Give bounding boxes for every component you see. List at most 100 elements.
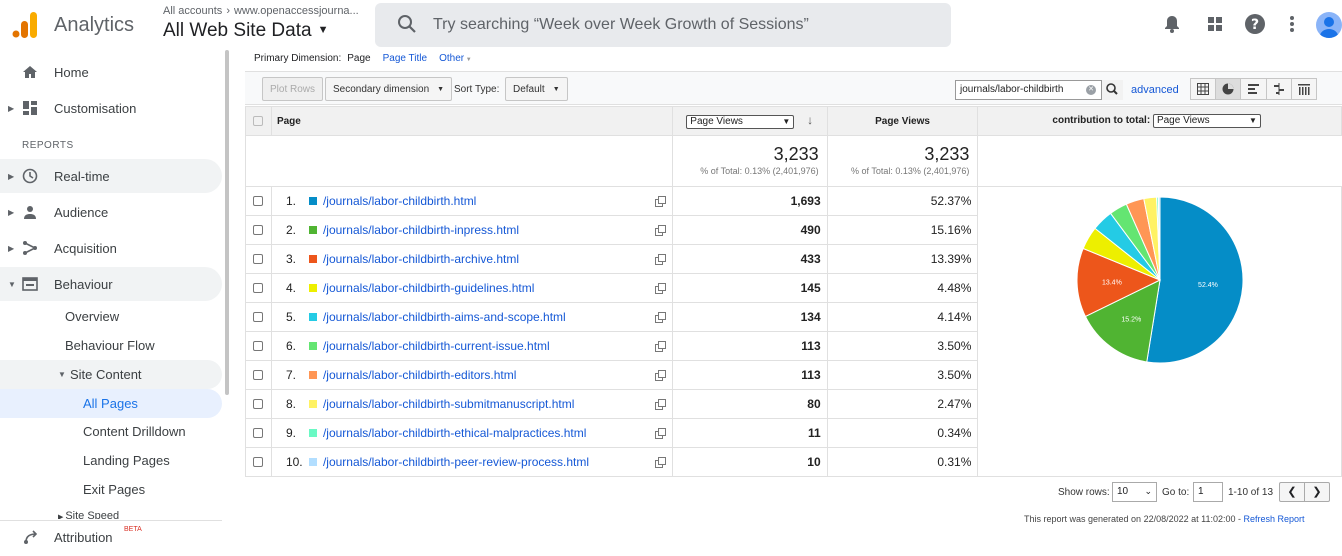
page-link[interactable]: /journals/labor-childbirth-peer-review-p…: [323, 455, 589, 469]
row-select-cell: [245, 360, 272, 390]
open-in-new-icon[interactable]: [654, 225, 666, 236]
series-color-swatch: [308, 226, 317, 234]
select-all-checkbox[interactable]: [253, 116, 264, 126]
page-link[interactable]: /journals/labor-childbirth-inpress.html: [323, 223, 519, 237]
sidebar-item-attribution[interactable]: Attribution BETA: [0, 520, 222, 554]
sidebar-label: Behaviour: [54, 276, 113, 292]
col-metric-header[interactable]: Page Views ▼ ↓: [671, 106, 828, 136]
metric-value: 113: [671, 331, 828, 361]
help-icon[interactable]: ?: [1244, 13, 1266, 35]
page-link[interactable]: /journals/labor-childbirth-guidelines.ht…: [323, 281, 534, 295]
page-link[interactable]: /journals/labor-childbirth-ethical-malpr…: [323, 426, 586, 440]
avatar-icon[interactable]: [1316, 12, 1342, 38]
clear-icon[interactable]: ✕: [1086, 85, 1096, 95]
sidebar-item-behaviour[interactable]: ▼ Behaviour: [0, 267, 222, 301]
total-pct: % of Total: 0.13% (2,401,976): [850, 166, 970, 176]
sidebar-item-audience[interactable]: ▶ Audience: [0, 195, 222, 229]
advanced-filter-link[interactable]: advanced: [1131, 84, 1179, 96]
secondary-dimension-dropdown[interactable]: Secondary dimension ▼: [325, 77, 453, 101]
row-select-cell: [245, 273, 272, 303]
sidebar-item-overview[interactable]: Overview: [65, 309, 119, 324]
page-link[interactable]: /journals/labor-childbirth-aims-and-scop…: [323, 310, 566, 324]
sidebar-scrollbar[interactable]: [225, 50, 229, 395]
row-checkbox[interactable]: [253, 457, 264, 467]
pie-chart: 52.4% 15.2% 13.4%: [1076, 196, 1244, 364]
prev-page-button[interactable]: ❮: [1280, 483, 1305, 501]
sidebar-item-site-speed[interactable]: ▶ Site Speed: [58, 510, 119, 519]
plot-rows-button[interactable]: Plot Rows: [262, 77, 324, 101]
page-link[interactable]: /journals/labor-childbirth-submitmanuscr…: [323, 397, 574, 411]
dim-other[interactable]: Other ▼: [439, 53, 472, 64]
sidebar-item-landing-pages[interactable]: Landing Pages: [83, 453, 170, 468]
col-page-header[interactable]: Page: [270, 106, 673, 136]
search-box[interactable]: Try searching “Week over Week Growth of …: [375, 3, 951, 47]
sidebar-item-realtime[interactable]: ▶ Real-time: [0, 159, 222, 193]
open-in-new-icon[interactable]: [654, 370, 666, 381]
select-all-header[interactable]: [245, 106, 272, 136]
page-link[interactable]: /journals/labor-childbirth-current-issue…: [323, 339, 550, 353]
row-select-cell: [245, 186, 272, 216]
open-in-new-icon[interactable]: [654, 312, 666, 323]
open-in-new-icon[interactable]: [654, 457, 666, 468]
contribution-select[interactable]: Page Views ▼: [1152, 114, 1261, 128]
sidebar-item-acquisition[interactable]: ▶ Acquisition: [0, 231, 222, 265]
dim-page-title[interactable]: Page Title: [383, 53, 427, 64]
sidebar-item-site-content[interactable]: ▼ Site Content: [0, 360, 222, 389]
bell-icon[interactable]: [1161, 13, 1183, 35]
page-link[interactable]: /journals/labor-childbirth-editors.html: [323, 368, 516, 382]
open-in-new-icon[interactable]: [654, 283, 666, 294]
filter-search-button[interactable]: [1101, 80, 1123, 100]
row-checkbox[interactable]: [253, 225, 264, 235]
data-table-view-button[interactable]: [1191, 79, 1217, 99]
sidebar-item-exit-pages[interactable]: Exit Pages: [83, 482, 145, 497]
row-checkbox[interactable]: [253, 341, 264, 351]
percentage-view-button[interactable]: [1216, 79, 1242, 99]
analytics-logo-icon: [12, 12, 37, 38]
open-in-new-icon[interactable]: [654, 399, 666, 410]
sidebar-item-home[interactable]: Home: [0, 55, 222, 89]
row-checkbox[interactable]: [253, 283, 264, 293]
row-checkbox[interactable]: [253, 196, 264, 206]
pivot-view-button[interactable]: [1292, 79, 1316, 99]
open-in-new-icon[interactable]: [654, 254, 666, 265]
row-checkbox[interactable]: [253, 312, 264, 322]
secondary-dimension-label: Secondary dimension: [333, 83, 430, 95]
row-checkbox[interactable]: [253, 399, 264, 409]
refresh-report-link[interactable]: Refresh Report: [1244, 514, 1305, 524]
breadcrumb-property[interactable]: www.openaccessjourna...: [234, 5, 359, 17]
series-color-swatch: [308, 313, 317, 321]
breadcrumb-all-accounts[interactable]: All accounts: [163, 5, 222, 17]
sidebar-item-customisation[interactable]: ▶ Customisation: [0, 91, 222, 125]
row-checkbox[interactable]: [253, 254, 264, 264]
sidebar-item-all-pages[interactable]: All Pages: [0, 389, 222, 418]
series-color-swatch: [308, 197, 317, 205]
page-link[interactable]: /journals/labor-childbirth-archive.html: [323, 252, 519, 266]
goto-input[interactable]: 1: [1193, 482, 1223, 502]
performance-view-button[interactable]: [1241, 79, 1267, 99]
contribution-pct: 52.37%: [826, 186, 979, 216]
open-in-new-icon[interactable]: [654, 196, 666, 207]
open-in-new-icon[interactable]: [654, 341, 666, 352]
total-value: 3,233: [924, 144, 970, 164]
view-selector[interactable]: All Web Site Data ▼: [163, 20, 328, 42]
next-page-button[interactable]: ❯: [1305, 483, 1329, 501]
sidebar-item-content-drilldown[interactable]: Content Drilldown: [83, 424, 186, 439]
sort-desc-icon[interactable]: ↓: [807, 113, 813, 127]
table-filter-input[interactable]: journals/labor-childbirth ✕: [955, 80, 1123, 100]
sidebar-item-behaviour-flow[interactable]: Behaviour Flow: [65, 338, 155, 353]
page-link[interactable]: /journals/labor-childbirth.html: [323, 194, 476, 208]
metric-select[interactable]: Page Views ▼: [686, 115, 795, 129]
dim-other-label: Other: [439, 53, 465, 64]
show-rows-select[interactable]: 10 ⌄: [1112, 482, 1157, 502]
more-vert-icon[interactable]: [1281, 13, 1303, 35]
account-breadcrumb[interactable]: All accounts › www.openaccessjourna...: [163, 5, 359, 17]
row-checkbox[interactable]: [253, 370, 264, 380]
open-in-new-icon[interactable]: [654, 428, 666, 439]
apps-grid-icon[interactable]: [1204, 13, 1226, 35]
row-index: 3.: [285, 252, 296, 266]
col-page-views-header[interactable]: Page Views: [826, 106, 979, 136]
sort-type-dropdown[interactable]: Default ▼: [505, 77, 568, 101]
row-checkbox[interactable]: [253, 428, 264, 438]
comparison-view-button[interactable]: [1267, 79, 1292, 99]
dim-page[interactable]: Page: [347, 53, 370, 64]
